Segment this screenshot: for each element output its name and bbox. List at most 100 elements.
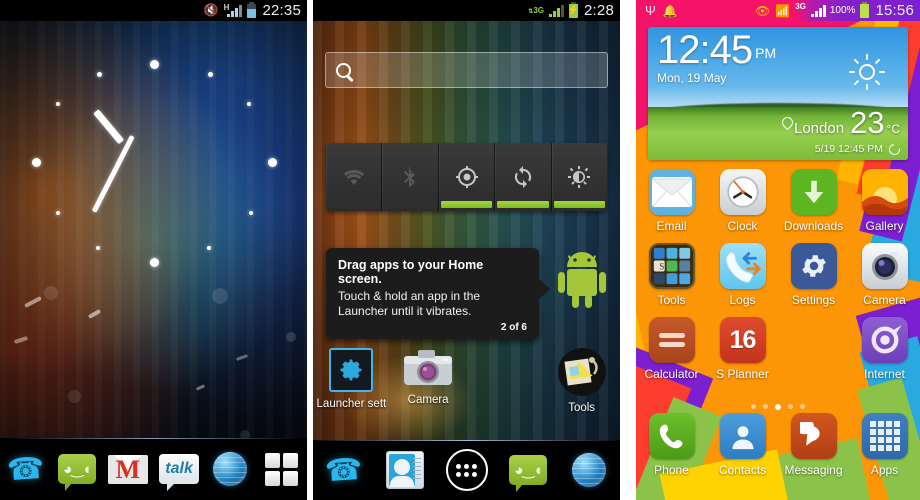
brightness-icon: [568, 166, 591, 188]
page-dot[interactable]: [763, 404, 768, 409]
dock-item-contacts[interactable]: [374, 451, 435, 489]
toggle-gps[interactable]: [439, 143, 496, 211]
usb-icon: Ψ: [645, 3, 656, 18]
app-drawer-icon: [445, 449, 488, 491]
messaging-icon: [790, 413, 837, 459]
toggle-brightness[interactable]: [552, 143, 607, 211]
dock-item-messaging[interactable]: Messaging: [778, 410, 849, 484]
dock-item-talk[interactable]: talk: [154, 454, 205, 491]
clock-hour-hand: [93, 109, 125, 145]
page-dot[interactable]: [751, 404, 756, 409]
camera-icon: [861, 243, 908, 289]
shortcut-label: Launcher sett: [316, 398, 387, 410]
dock-item-messaging[interactable]: ◕‿◖: [51, 454, 102, 491]
app-tools-folder[interactable]: S Tools: [636, 240, 707, 314]
app-label: Calculator: [644, 367, 699, 381]
app-s-planner[interactable]: 16 S Planner: [707, 314, 778, 388]
battery-percent-label: 100%: [829, 5, 856, 16]
tip-callout[interactable]: Drag apps to your Home screen. Touch & h…: [326, 248, 550, 339]
phone-panel-launcher-tips: ⇅ 3G ⚡ 2:28 Drag apps to your Home scree…: [313, 0, 620, 500]
phone-panel-ics: 🔇 H 22:35 ☎ ◕‿◖ M talk: [0, 0, 307, 500]
dock-item-gmail[interactable]: M: [102, 454, 153, 484]
bluetooth-icon: [404, 167, 416, 187]
wifi-icon: [343, 169, 364, 185]
home-shortcuts-row: Launcher sett Camera Tools: [313, 348, 620, 426]
search-icon: [336, 62, 351, 78]
app-downloads[interactable]: Downloads: [778, 166, 849, 240]
page-dot[interactable]: [800, 404, 805, 409]
sunny-icon: [849, 54, 885, 90]
app-camera[interactable]: Camera: [849, 240, 920, 314]
app-email[interactable]: Email: [636, 166, 707, 240]
shortcut-camera[interactable]: Camera: [390, 348, 467, 426]
app-empty: [778, 314, 849, 388]
camera-icon: [402, 348, 454, 388]
app-gallery[interactable]: Gallery: [849, 166, 920, 240]
widget-temperature: 23: [850, 105, 885, 140]
toggle-sync[interactable]: [495, 143, 552, 211]
hspa-signal-icon: H: [224, 3, 243, 17]
refresh-icon[interactable]: [886, 141, 903, 157]
shortcut-tools[interactable]: Tools: [543, 348, 620, 426]
dock-item-phone[interactable]: ☎: [313, 452, 374, 488]
signal-icon: [810, 4, 826, 17]
app-internet[interactable]: Internet: [849, 314, 920, 388]
toggle-wifi[interactable]: [326, 143, 383, 211]
dock-item-contacts[interactable]: Contacts: [707, 410, 778, 484]
toggle-state-bar: [440, 201, 493, 208]
location-pin-icon: [782, 117, 791, 129]
dock-item-app-drawer[interactable]: [436, 449, 497, 491]
apps-grid-icon: [861, 413, 908, 459]
app-calculator[interactable]: Calculator: [636, 314, 707, 388]
talk-label: talk: [165, 460, 193, 477]
phone-icon: [648, 413, 695, 459]
dock-item-apps[interactable]: Apps: [849, 410, 920, 484]
page-dot-active[interactable]: [775, 404, 781, 410]
page-dot[interactable]: [788, 404, 793, 409]
globe-icon: [572, 453, 607, 487]
widget-time-block: 12:45 PM Mon, 19 May: [657, 30, 776, 85]
app-label: Email: [656, 219, 687, 233]
app-logs[interactable]: Logs: [707, 240, 778, 314]
toggle-state-bar: [384, 201, 436, 208]
gps-icon: [455, 166, 478, 188]
power-control-widget: [326, 143, 607, 211]
widget-ampm: PM: [755, 45, 777, 61]
dock-3: Phone Contacts Messaging Apps: [636, 410, 920, 484]
phone-icon: ☎: [323, 452, 364, 488]
app-clock[interactable]: Clock: [707, 166, 778, 240]
shortcut-launcher-settings[interactable]: Launcher sett: [313, 348, 390, 426]
dock-item-browser[interactable]: [559, 453, 620, 487]
contacts-icon: [719, 413, 766, 459]
weather-clock-widget[interactable]: 12:45 PM Mon, 19 May London 23 °C 5/19 1…: [648, 27, 908, 160]
dock-label: Messaging: [784, 463, 843, 477]
toggle-bluetooth[interactable]: [382, 143, 439, 211]
status-bar-2: ⇅ 3G ⚡ 2:28: [313, 0, 620, 21]
dock-item-messaging[interactable]: ◕‿◖: [497, 455, 558, 492]
message-bubble-icon: ◕‿◖: [508, 455, 547, 492]
apps-grid-icon: [264, 452, 298, 486]
mute-icon: 🔇: [203, 2, 219, 17]
contacts-icon: [386, 451, 425, 489]
dock-item-apps[interactable]: [256, 452, 307, 486]
widget-date: Mon, 19 May: [657, 71, 727, 85]
dock-item-phone[interactable]: ☎: [0, 451, 51, 487]
tools-folder-icon: S: [648, 243, 695, 289]
app-settings[interactable]: Settings: [778, 240, 849, 314]
widget-updated-time: 5/19 12:45 PM: [814, 143, 883, 155]
status-clock: 22:35: [262, 2, 301, 19]
app-label: S Planner: [716, 367, 769, 381]
phone-panel-touchwiz: Ψ 🔔 👁 📶 3G 100% 15:56 12:45 PM Mon, 19 M…: [636, 0, 920, 500]
app-label: Downloads: [783, 219, 844, 233]
dock-item-browser[interactable]: [205, 452, 256, 486]
analog-clock-widget[interactable]: [0, 36, 307, 267]
downloads-icon: [790, 169, 837, 215]
dock-item-phone[interactable]: Phone: [636, 410, 707, 484]
page-indicator[interactable]: [636, 404, 920, 410]
search-input[interactable]: [359, 62, 597, 78]
tip-title: Drag apps to your Home screen.: [338, 258, 484, 286]
status-clock: 2:28: [584, 2, 614, 19]
status-clock: 15:56: [875, 2, 914, 19]
search-bar[interactable]: [325, 52, 608, 88]
message-bubble-icon: ◕‿◖: [57, 454, 96, 491]
